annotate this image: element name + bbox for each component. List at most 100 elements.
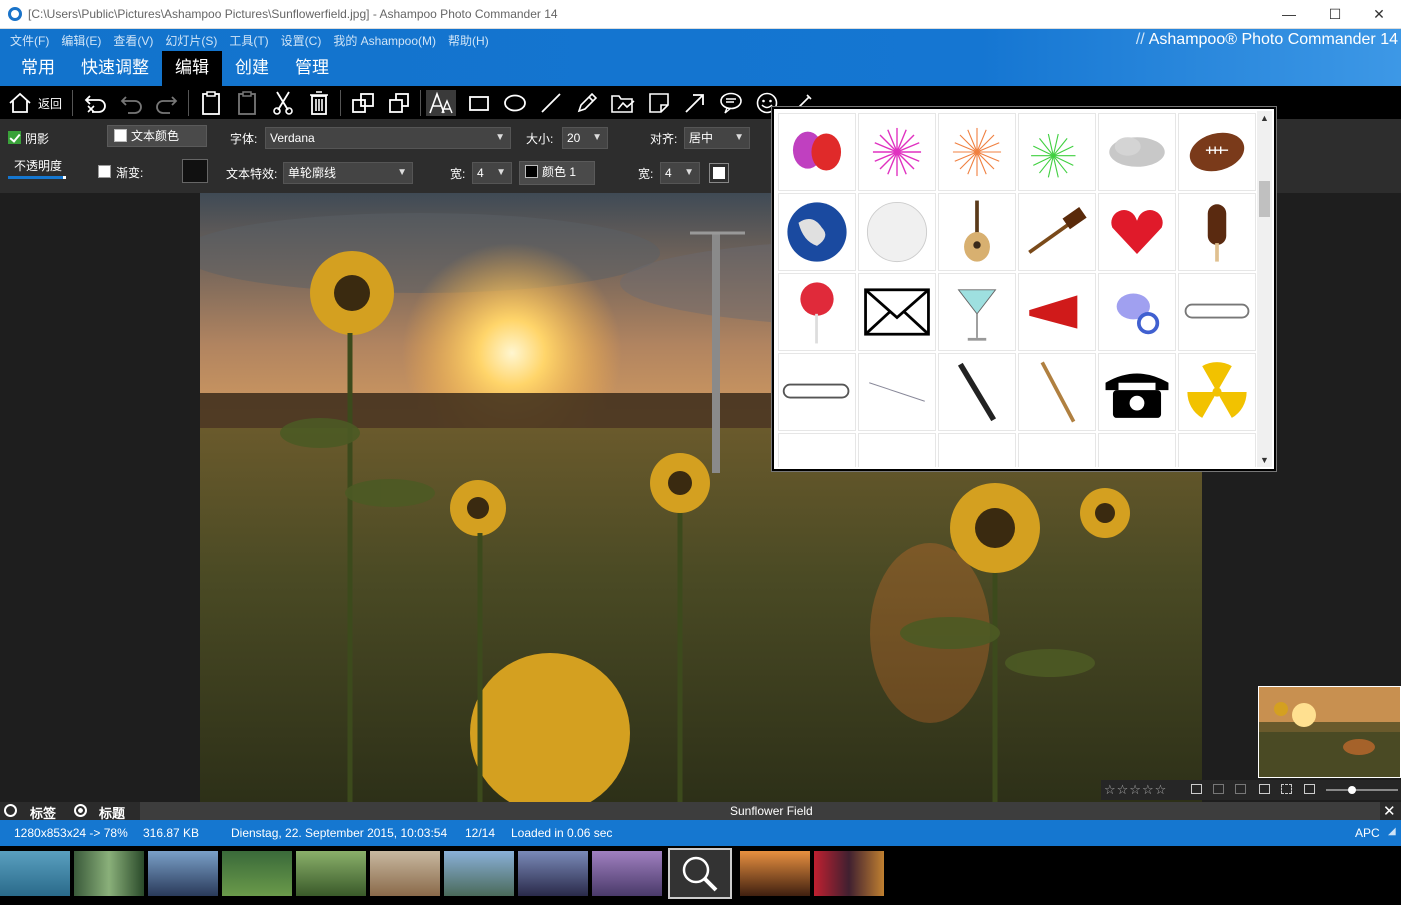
clipart-radiation-sign[interactable] <box>1178 353 1256 431</box>
menu-view[interactable]: 查看(V) <box>107 32 159 48</box>
filmstrip-thumb-goat[interactable] <box>370 851 440 896</box>
filmstrip-thumb-forest[interactable] <box>222 851 292 896</box>
undo-all-button[interactable] <box>80 90 110 116</box>
clipart-golf-ball[interactable] <box>858 193 936 271</box>
clipart-megaphone[interactable] <box>1018 273 1096 351</box>
menu-tools[interactable]: 工具(T) <box>223 32 274 48</box>
text-color-button[interactable]: 文本颜色 <box>107 125 207 147</box>
cut-button[interactable] <box>268 90 298 116</box>
filmstrip-thumb-skyline[interactable] <box>518 851 588 896</box>
title-radio[interactable] <box>74 804 87 817</box>
font-select[interactable]: Verdana ▼ <box>265 127 511 149</box>
resize-grip-icon[interactable]: ◢ <box>1388 826 1396 837</box>
delete-button[interactable] <box>304 90 334 116</box>
gradient-color-button[interactable] <box>182 159 208 183</box>
menu-help[interactable]: 帮助(H) <box>442 32 495 48</box>
clipart-guitar[interactable] <box>938 193 1016 271</box>
bring-forward-button[interactable] <box>348 90 378 116</box>
pencil-tool-button[interactable] <box>572 90 602 116</box>
clipart-fireworks-green[interactable] <box>1018 113 1096 191</box>
clipart-paperclip[interactable] <box>1178 273 1256 351</box>
color2-button[interactable] <box>709 163 729 183</box>
clipart-partial[interactable] <box>938 433 1016 467</box>
width-select-2[interactable]: 4 ▼ <box>660 162 700 184</box>
clipart-partial[interactable] <box>1178 433 1256 467</box>
filmstrip-thumb-lake[interactable] <box>444 851 514 896</box>
effect-select[interactable]: 单轮廓线 ▼ <box>283 162 413 184</box>
clipart-american-football[interactable] <box>1178 113 1256 191</box>
arrow-tool-button[interactable] <box>680 90 710 116</box>
close-caption-icon[interactable]: ✕ <box>1383 802 1396 820</box>
clipart-partial[interactable] <box>778 433 856 467</box>
fit-screen-icon[interactable] <box>1281 784 1292 794</box>
opacity-slider[interactable] <box>8 176 66 179</box>
menu-file[interactable]: 文件(F) <box>4 32 55 48</box>
clipart-cocktail[interactable] <box>938 273 1016 351</box>
scroll-thumb[interactable] <box>1259 181 1270 217</box>
clipart-envelope[interactable] <box>858 273 936 351</box>
clipart-telephone[interactable] <box>1098 353 1176 431</box>
rating-stars[interactable]: ☆☆☆☆☆ <box>1104 782 1167 798</box>
line-tool-button[interactable] <box>536 90 566 116</box>
filmstrip-thumb-dolphin[interactable] <box>0 851 70 896</box>
paste-special-button[interactable] <box>232 90 262 116</box>
caption-field[interactable]: Sunflower Field <box>140 802 1380 820</box>
clipart-heart[interactable] <box>1098 193 1176 271</box>
filmstrip-thumb-harbor[interactable] <box>592 851 662 896</box>
filmstrip-thumb-bamboo[interactable] <box>74 851 144 896</box>
redo-button[interactable] <box>152 90 182 116</box>
scroll-down-icon[interactable]: ▼ <box>1260 455 1269 465</box>
clipart-paperclip-2[interactable] <box>778 353 856 431</box>
clipart-pencil[interactable] <box>1018 353 1096 431</box>
menu-slideshow[interactable]: 幻灯片(S) <box>159 32 223 48</box>
shadow-checkbox[interactable] <box>8 131 21 144</box>
color1-button[interactable]: 颜色 1 <box>519 161 595 185</box>
undo-button[interactable] <box>116 90 146 116</box>
clipart-gavel[interactable] <box>1018 193 1096 271</box>
clipart-paper-plane[interactable] <box>858 353 936 431</box>
menu-my-ashampoo[interactable]: 我的 Ashampoo(M) <box>327 32 442 48</box>
navigator-preview[interactable] <box>1258 686 1401 778</box>
fullscreen-icon[interactable] <box>1304 784 1315 794</box>
menu-settings[interactable]: 设置(C) <box>275 32 328 48</box>
filmstrip-thumb-current[interactable] <box>668 848 732 899</box>
back-button[interactable]: 返回 <box>4 90 66 116</box>
insert-image-button[interactable] <box>608 90 638 116</box>
clipart-cloud[interactable] <box>1098 113 1176 191</box>
clipart-lollipop[interactable] <box>778 273 856 351</box>
tab-home[interactable]: 常用 <box>8 51 68 86</box>
zoom-slider[interactable] <box>1326 786 1398 794</box>
clipart-globe[interactable] <box>778 193 856 271</box>
speech-bubble-button[interactable] <box>716 90 746 116</box>
tag-radio[interactable] <box>4 804 17 817</box>
paste-button[interactable] <box>196 90 226 116</box>
minimize-button[interactable]: — <box>1266 0 1312 29</box>
view-compare-icon[interactable] <box>1213 784 1224 794</box>
rectangle-tool-button[interactable] <box>464 90 494 116</box>
clipart-partial[interactable] <box>1098 433 1176 467</box>
gradient-checkbox[interactable] <box>98 165 111 178</box>
text-tool-button[interactable] <box>426 90 456 116</box>
close-button[interactable]: ✕ <box>1356 0 1401 29</box>
view-split-icon[interactable] <box>1259 784 1270 794</box>
clipart-pacifier[interactable] <box>1098 273 1176 351</box>
filmstrip-thumb-city[interactable] <box>148 851 218 896</box>
filmstrip-thumb-times-square[interactable] <box>814 851 884 896</box>
clipart-fireworks-orange[interactable] <box>938 113 1016 191</box>
clipart-fountain-pen[interactable] <box>938 353 1016 431</box>
align-select[interactable]: 居中 ▼ <box>684 127 750 149</box>
clipart-button[interactable] <box>644 90 674 116</box>
scroll-up-icon[interactable]: ▲ <box>1260 113 1269 123</box>
width-select-1[interactable]: 4 ▼ <box>472 162 512 184</box>
size-select[interactable]: 20 ▼ <box>562 127 608 149</box>
view-single-icon[interactable] <box>1191 784 1202 794</box>
tab-create[interactable]: 创建 <box>222 51 282 86</box>
clipart-ice-cream[interactable] <box>1178 193 1256 271</box>
send-backward-button[interactable] <box>384 90 414 116</box>
zoom-slider-thumb[interactable] <box>1348 786 1356 794</box>
clipart-balloons[interactable] <box>778 113 856 191</box>
menu-edit[interactable]: 编辑(E) <box>55 32 107 48</box>
tab-edit[interactable]: 编辑 <box>162 51 222 86</box>
clipart-partial[interactable] <box>858 433 936 467</box>
ellipse-tool-button[interactable] <box>500 90 530 116</box>
